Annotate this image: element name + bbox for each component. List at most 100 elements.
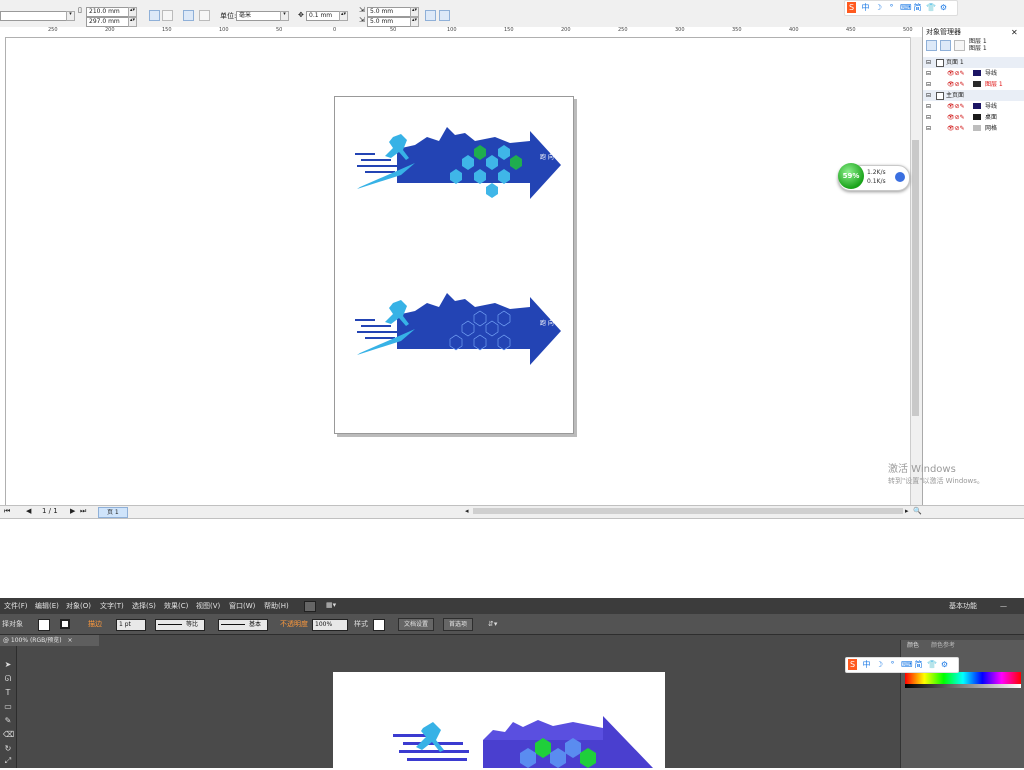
menu-edit[interactable]: 编辑(E) bbox=[35, 598, 59, 614]
nudge-spinner[interactable]: ▴▾ bbox=[339, 11, 348, 21]
ime-skin-icon[interactable]: 👕 bbox=[927, 659, 937, 670]
lasso-tool-icon[interactable]: ᘏ bbox=[3, 674, 13, 684]
ime-simplified-icon[interactable]: 简 bbox=[914, 659, 923, 670]
arrange-documents-icon[interactable]: ▦▾ bbox=[326, 601, 340, 610]
units-select[interactable]: 毫米 bbox=[236, 11, 284, 21]
eraser-tool-icon[interactable]: ⌫ bbox=[3, 730, 14, 740]
panel-tab-color-guide[interactable]: 颜色参考 bbox=[931, 641, 955, 651]
close-docker-icon[interactable]: ✕ bbox=[1011, 27, 1018, 38]
show-properties-icon[interactable] bbox=[926, 40, 937, 51]
document-setup-button[interactable]: 文档设置 bbox=[398, 618, 435, 631]
illustrator-artboard[interactable] bbox=[333, 672, 665, 768]
scroll-left-icon[interactable]: ◂ bbox=[465, 506, 469, 517]
rotate-tool-icon[interactable]: ↻ bbox=[3, 744, 13, 754]
ime-settings-icon[interactable]: ⚙ bbox=[940, 659, 949, 670]
menu-help[interactable]: 帮助(H) bbox=[264, 598, 289, 614]
menu-select[interactable]: 选择(S) bbox=[132, 598, 156, 614]
portrait-icon[interactable] bbox=[149, 10, 160, 21]
panel-tab-color[interactable]: 颜色 bbox=[907, 641, 919, 651]
expand-toggle-icon[interactable]: ⊟ bbox=[926, 57, 931, 68]
object-tree-page[interactable]: ⊟ 主页面 bbox=[923, 90, 1024, 101]
duplicate-y-field[interactable]: 5.0 mm bbox=[367, 17, 411, 27]
units-dropdown-icon[interactable]: ▾ bbox=[280, 11, 289, 21]
menu-object[interactable]: 对象(O) bbox=[66, 598, 91, 614]
first-page-icon[interactable]: ⏮ bbox=[4, 506, 10, 517]
object-tree-page[interactable]: ⊟ 页面 1 bbox=[923, 57, 1024, 68]
page-height-field[interactable]: 297.0 mm bbox=[86, 17, 130, 27]
nudge-field[interactable]: 0.1 mm bbox=[306, 11, 340, 21]
scroll-right-icon[interactable]: ▸ bbox=[905, 506, 909, 517]
next-page-icon[interactable]: ▶ bbox=[70, 506, 75, 517]
layer-visibility-icons[interactable]: 👁⊘✎ bbox=[947, 101, 965, 112]
color-spectrum[interactable] bbox=[905, 672, 1021, 684]
vertical-scroll-thumb[interactable] bbox=[912, 140, 919, 416]
document-page[interactable]: 跑 向 精 彩 跑 向 精 彩 bbox=[334, 96, 574, 434]
expand-toggle-icon[interactable]: ⊟ bbox=[926, 90, 931, 101]
scale-tool-icon[interactable]: ⤢ bbox=[3, 756, 13, 766]
edit-across-layers-icon[interactable] bbox=[940, 40, 951, 51]
rectangle-tool-icon[interactable]: ▭ bbox=[3, 702, 13, 712]
prev-page-icon[interactable]: ◀ bbox=[26, 506, 31, 517]
ime-skin-icon[interactable]: 👕 bbox=[926, 2, 936, 13]
grayscale-ramp[interactable] bbox=[905, 684, 1021, 688]
last-page-icon[interactable]: ⏭ bbox=[80, 506, 86, 517]
object-tree-layer[interactable]: ⊟ 👁⊘✎ 网格 bbox=[923, 123, 1024, 134]
menu-effect[interactable]: 效果(C) bbox=[164, 598, 188, 614]
expand-toggle-icon[interactable]: ⊟ bbox=[926, 112, 931, 123]
ime-punct-icon[interactable]: ° bbox=[888, 659, 897, 670]
preferences-button[interactable]: 首选项 bbox=[443, 618, 474, 631]
ime-punct-icon[interactable]: ° bbox=[887, 2, 896, 13]
type-tool-icon[interactable]: T bbox=[3, 688, 13, 698]
horizontal-scrollbar[interactable] bbox=[473, 508, 903, 514]
opacity-field[interactable]: 100% bbox=[312, 619, 348, 631]
expand-toggle-icon[interactable]: ⊟ bbox=[926, 101, 931, 112]
horizontal-ruler[interactable]: 250 200 150 100 50 0 50 100 150 200 250 300 350 400 45… bbox=[0, 27, 922, 38]
selection-tool-icon[interactable]: ➤ bbox=[3, 660, 13, 670]
align-options-icon[interactable]: ⇵▾ bbox=[488, 619, 497, 629]
memory-ball[interactable]: 59% bbox=[838, 163, 864, 189]
ime-chinese-icon[interactable]: 中 bbox=[862, 659, 871, 670]
ime-moon-icon[interactable]: ☽ bbox=[874, 2, 883, 13]
stroke-weight-field[interactable]: 1 pt bbox=[116, 619, 146, 631]
object-selector[interactable] bbox=[0, 11, 70, 21]
stroke-label[interactable]: 描边 bbox=[88, 614, 102, 634]
menu-view[interactable]: 视图(V) bbox=[196, 598, 220, 614]
menu-file[interactable]: 文件(F) bbox=[4, 598, 28, 614]
ime-moon-icon[interactable]: ☽ bbox=[875, 659, 884, 670]
close-tab-icon[interactable]: × bbox=[68, 637, 73, 644]
ime-keyboard-icon[interactable]: ⌨ bbox=[901, 659, 913, 670]
opacity-label[interactable]: 不透明度 bbox=[280, 614, 308, 634]
width-spinner[interactable]: ▴▾ bbox=[128, 7, 137, 17]
height-spinner[interactable]: ▴▾ bbox=[128, 17, 137, 27]
pencil-tool-icon[interactable]: ✎ bbox=[3, 716, 13, 726]
document-tab[interactable]: @ 100% (RGB/预览) × bbox=[0, 635, 99, 646]
sogou-logo-icon[interactable]: S bbox=[847, 2, 856, 13]
page-tab[interactable]: 页 1 bbox=[98, 507, 128, 518]
dropdown-arrow-icon[interactable]: ▾ bbox=[66, 11, 75, 21]
treat-as-filled-icon[interactable] bbox=[425, 10, 436, 21]
layer-visibility-icons[interactable]: 👁⊘✎ bbox=[947, 68, 965, 79]
menu-type[interactable]: 文字(T) bbox=[100, 598, 124, 614]
stroke-swatch[interactable] bbox=[60, 619, 70, 629]
speed-settings-icon[interactable] bbox=[895, 172, 905, 182]
expand-toggle-icon[interactable]: ⊟ bbox=[926, 79, 931, 90]
ime-keyboard-icon[interactable]: ⌨ bbox=[900, 2, 912, 13]
object-tree-layer[interactable]: ⊟ 👁⊘✎ 桌面 bbox=[923, 112, 1024, 123]
duplicate-x-field[interactable]: 5.0 mm bbox=[367, 7, 411, 17]
sogou-logo-icon[interactable]: S bbox=[848, 659, 857, 670]
page-width-field[interactable]: 210.0 mm bbox=[86, 7, 130, 17]
zoom-icon[interactable]: 🔍 bbox=[913, 506, 922, 517]
variable-width-profile[interactable]: 等比 bbox=[155, 619, 205, 631]
dup-y-spinner[interactable]: ▴▾ bbox=[410, 17, 419, 27]
bridge-icon[interactable] bbox=[304, 601, 316, 612]
minimize-icon[interactable]: — bbox=[1000, 598, 1007, 614]
graphic-style-swatch[interactable] bbox=[373, 619, 385, 631]
fill-swatch[interactable] bbox=[38, 619, 50, 631]
layer-visibility-icons[interactable]: 👁⊘✎ bbox=[947, 79, 965, 90]
workspace-switcher[interactable]: 基本功能 bbox=[949, 598, 977, 614]
expand-toggle-icon[interactable]: ⊟ bbox=[926, 68, 931, 79]
layer-visibility-icons[interactable]: 👁⊘✎ bbox=[947, 112, 965, 123]
ime-chinese-icon[interactable]: 中 bbox=[861, 2, 870, 13]
snap-icon[interactable] bbox=[439, 10, 450, 21]
object-tree-layer[interactable]: ⊟ 👁⊘✎ 图层 1 bbox=[923, 79, 1024, 90]
